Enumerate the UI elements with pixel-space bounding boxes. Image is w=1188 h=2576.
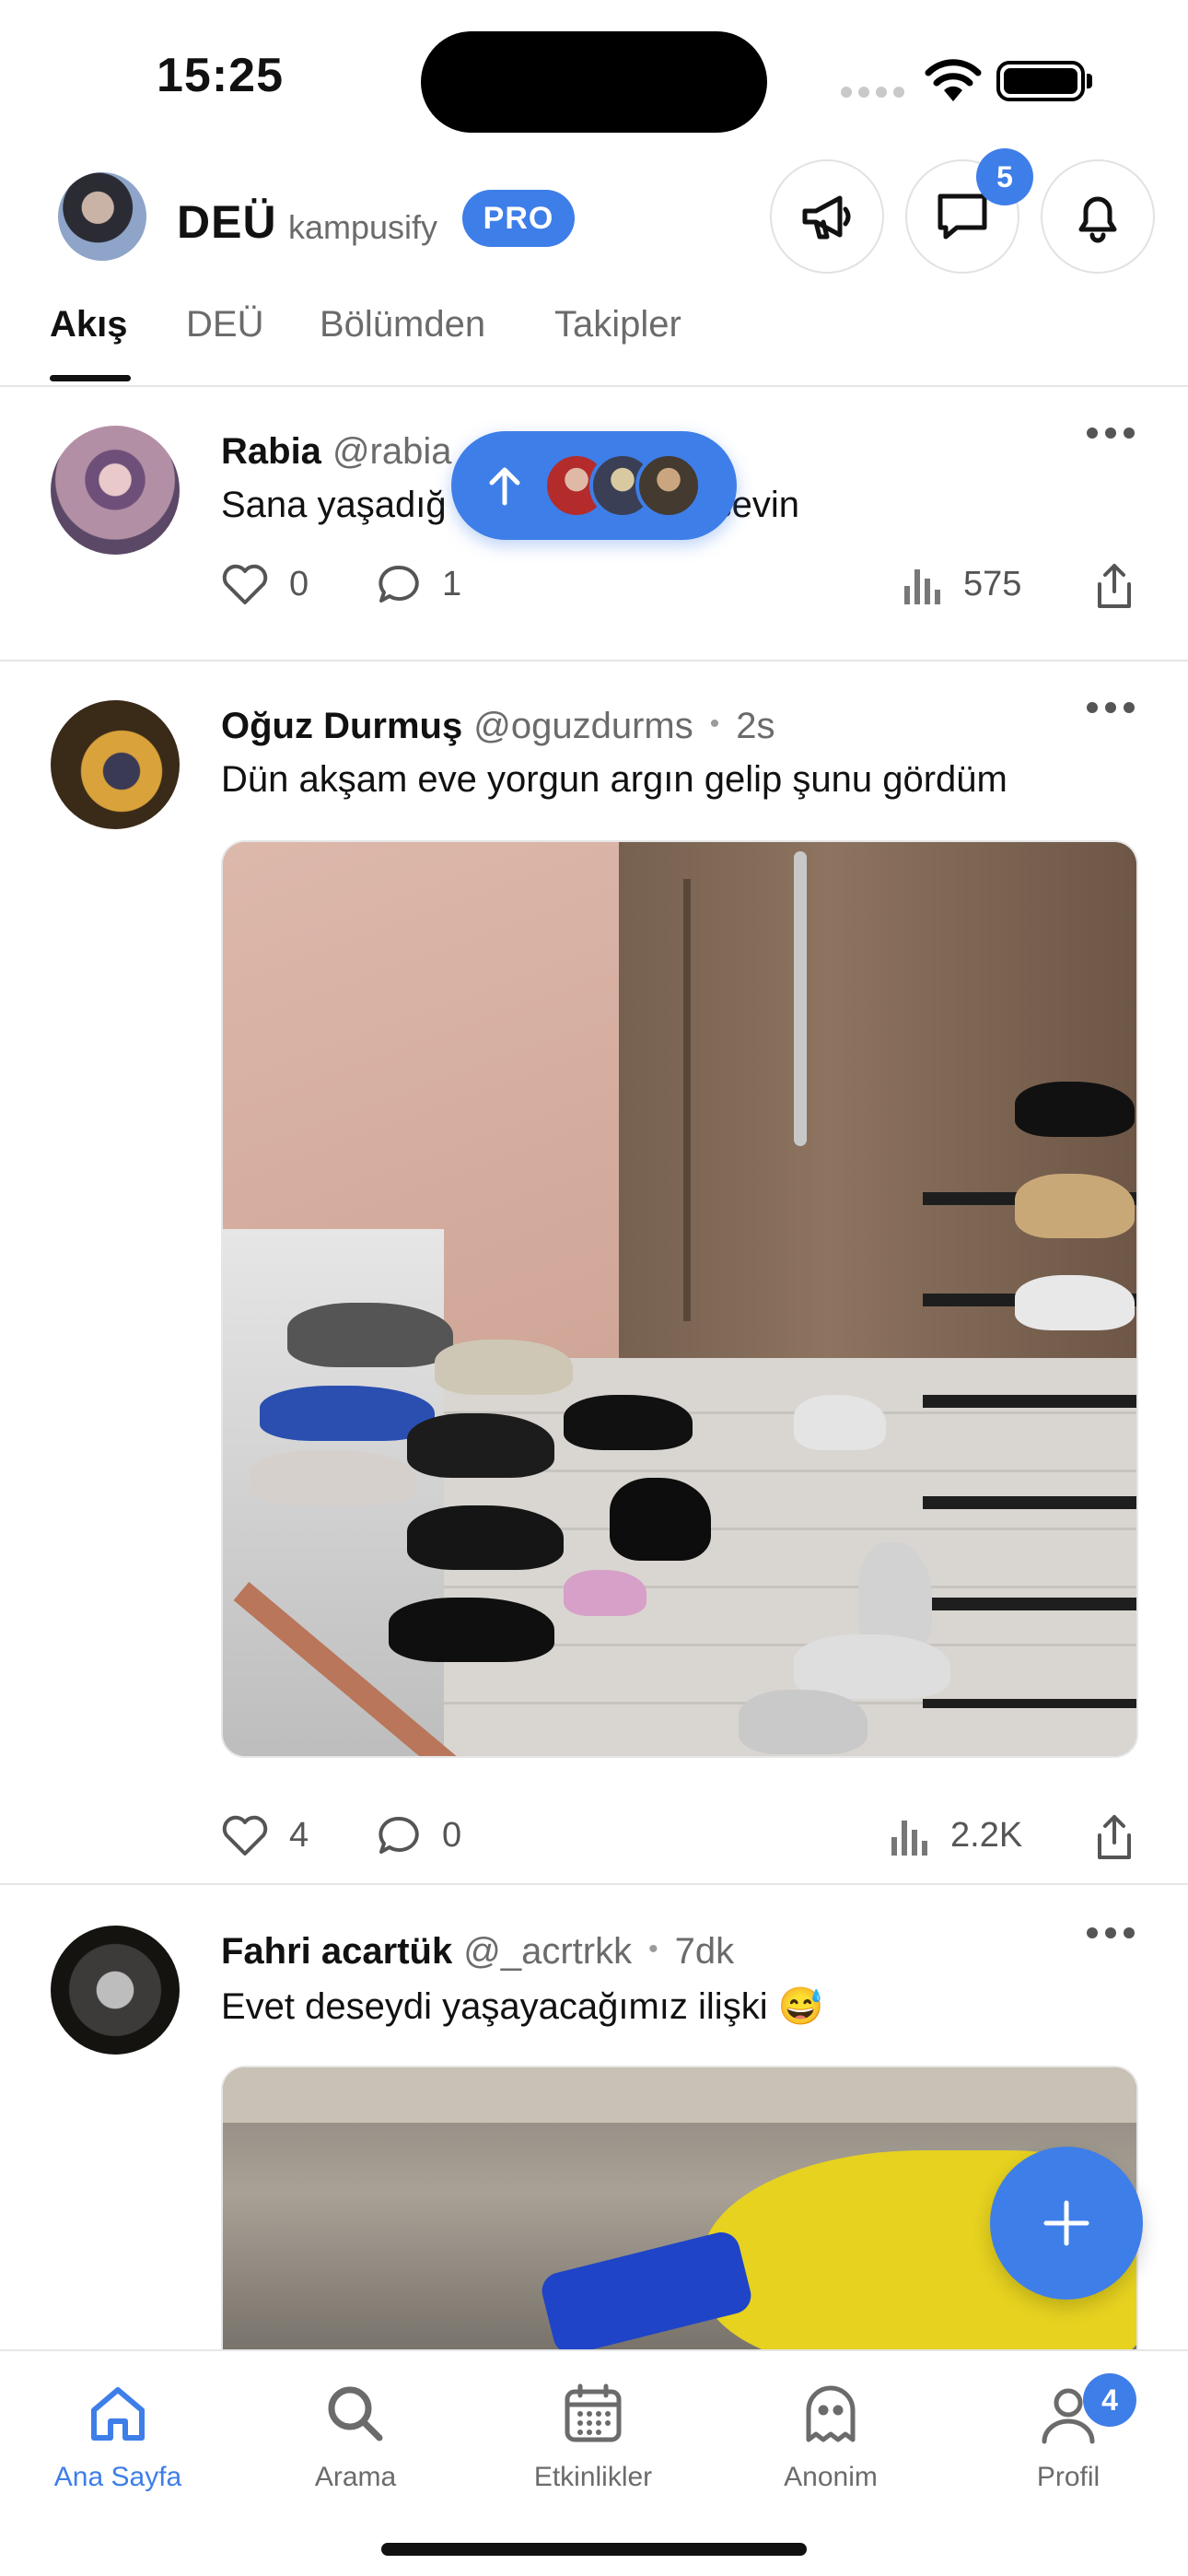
more-options-icon[interactable] xyxy=(1087,1924,1138,1942)
separator-dot: • xyxy=(648,1934,658,1964)
dynamic-island xyxy=(421,31,767,133)
more-options-icon[interactable] xyxy=(1087,424,1138,442)
post-author-name[interactable]: Fahri acartük xyxy=(221,1931,452,1972)
home-indicator[interactable] xyxy=(381,2543,807,2556)
share-icon xyxy=(1098,1815,1131,1859)
comment-button[interactable]: 1 xyxy=(376,562,461,606)
post-author-handle[interactable]: @oguzdurms xyxy=(473,706,693,746)
heart-icon xyxy=(222,564,268,604)
messages-count-badge: 5 xyxy=(976,148,1033,205)
post-author-avatar[interactable] xyxy=(51,1926,180,2055)
share-button[interactable] xyxy=(1094,562,1135,610)
megaphone-icon xyxy=(802,195,851,240)
bar-chart-icon xyxy=(891,1821,927,1856)
comment-count: 0 xyxy=(442,1815,462,1855)
view-count: 2.2K xyxy=(950,1815,1023,1855)
post-author-avatar[interactable] xyxy=(51,426,180,555)
bar-chart-icon xyxy=(904,569,940,604)
views-stat: 2.2K xyxy=(890,1813,1022,1857)
views-stat: 575 xyxy=(903,562,1021,606)
tab-takipler[interactable]: Takipler xyxy=(554,304,681,345)
feed-tabs: Akış DEÜ Bölümden Takipler xyxy=(0,286,1188,387)
search-icon xyxy=(328,2386,383,2441)
nav-profile[interactable]: Profil 4 xyxy=(967,2370,1170,2493)
wifi-icon xyxy=(925,59,982,101)
nav-events[interactable]: Etkinlikler xyxy=(492,2370,694,2493)
user-avatar[interactable] xyxy=(58,172,146,261)
comment-button[interactable]: 0 xyxy=(376,1813,461,1857)
comment-icon xyxy=(379,565,419,603)
post-author-handle[interactable]: @rabia xyxy=(332,431,452,472)
nav-label: Anonim xyxy=(784,2462,878,2492)
like-count: 4 xyxy=(289,1815,309,1855)
new-post-avatar xyxy=(635,452,702,519)
nav-label: Profil xyxy=(1036,2462,1101,2492)
post-card[interactable]: Fahri acartük @_acrtrkk • 7dk Evet deseydi … xyxy=(0,1885,1188,2379)
heart-icon xyxy=(222,1815,268,1856)
like-count: 0 xyxy=(289,564,309,603)
post-author-name[interactable]: Oğuz Durmuş xyxy=(221,706,462,746)
brand-subtitle: kampusify xyxy=(288,208,438,246)
share-button[interactable] xyxy=(1094,1813,1135,1861)
nav-label: Etkinlikler xyxy=(533,2462,653,2492)
post-image[interactable] xyxy=(221,840,1138,1758)
comment-count: 1 xyxy=(442,564,462,603)
view-count: 575 xyxy=(963,564,1022,603)
plus-icon xyxy=(1043,2200,1089,2246)
post-author-handle[interactable]: @_acrtrkk xyxy=(463,1931,632,1972)
tab-deu[interactable]: DEÜ xyxy=(186,304,263,345)
tab-bolumden[interactable]: Bölümden xyxy=(320,304,485,345)
nav-label: Arama xyxy=(314,2462,397,2492)
status-time: 15:25 xyxy=(157,49,284,102)
nav-home[interactable]: Ana Sayfa xyxy=(17,2370,219,2493)
nav-anonymous[interactable]: Anonim xyxy=(729,2370,932,2493)
profile-badge: 4 xyxy=(1083,2373,1136,2427)
battery-icon xyxy=(996,61,1085,101)
bell-icon xyxy=(1078,196,1117,243)
home-icon xyxy=(91,2387,145,2441)
post-author-avatar[interactable] xyxy=(51,700,180,829)
comment-icon xyxy=(379,1816,419,1854)
notifications-button[interactable] xyxy=(1041,159,1155,274)
new-posts-pill[interactable] xyxy=(451,431,737,540)
post-text: Dün akşam eve yorgun argın gelip şunu gö… xyxy=(221,759,1007,800)
status-bar: 15:25 xyxy=(0,0,1188,157)
brand-title: DEÜ xyxy=(177,196,277,248)
post-text: Evet deseydi yaşayacağımız ilişki 😅 xyxy=(221,1986,824,2027)
ghost-icon xyxy=(806,2385,856,2442)
nav-label: Ana Sayfa xyxy=(53,2462,182,2492)
post-author-name[interactable]: Rabia xyxy=(221,431,321,472)
announcements-button[interactable] xyxy=(770,159,884,274)
post-time: 2s xyxy=(736,706,775,746)
calendar-icon xyxy=(565,2383,622,2442)
app-header: DEÜ kampusify PRO 5 xyxy=(0,148,1188,276)
arrow-up-icon xyxy=(489,467,520,506)
nav-search[interactable]: Arama xyxy=(254,2370,457,2493)
post-card[interactable]: Oğuz Durmuş @oguzdurms • 2s Dün akşam eve y… xyxy=(0,662,1188,1885)
cellular-signal-icon xyxy=(841,87,904,98)
share-icon xyxy=(1098,564,1131,608)
tab-akis[interactable]: Akış xyxy=(50,304,128,345)
active-tab-indicator xyxy=(50,375,131,381)
more-options-icon[interactable] xyxy=(1087,698,1138,717)
separator-dot: • xyxy=(709,708,720,739)
post-time: 7dk xyxy=(674,1931,735,1972)
like-button[interactable]: 4 xyxy=(221,1813,309,1857)
create-post-button[interactable] xyxy=(990,2147,1143,2300)
pro-badge[interactable]: PRO xyxy=(462,190,575,247)
like-button[interactable]: 0 xyxy=(221,562,309,606)
